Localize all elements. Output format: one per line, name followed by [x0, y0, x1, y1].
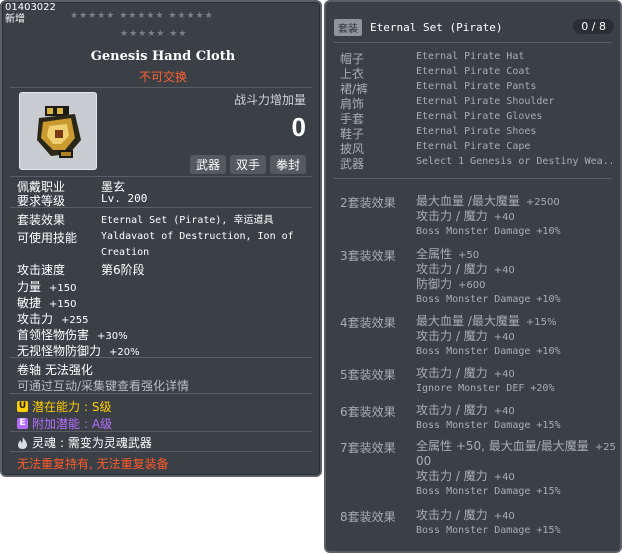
- gloves-icon: [37, 106, 81, 158]
- item-icon-frame: [19, 92, 97, 170]
- set-bonus-label: 8套装效果: [340, 510, 396, 524]
- enhance-hint: 可通过互动/采集键查看强化详情: [17, 379, 190, 393]
- set-piece-slot: 武器: [340, 157, 365, 171]
- divider: [10, 451, 312, 452]
- divider: [10, 176, 312, 177]
- set-bonus-line: 攻击力 / 魔力 +40: [416, 403, 515, 417]
- divider: [10, 431, 312, 432]
- stat-boss-damage: 首领怪物伤害 +30%: [17, 328, 128, 342]
- divider: [334, 42, 612, 43]
- attack-speed-row: 攻击速度 第6阶段: [17, 263, 145, 277]
- tag-two-handed: 双手: [229, 155, 266, 174]
- set-bonus-label: 5套装效果: [340, 368, 396, 382]
- set-bonus-line: 攻击力 / 魔力 +40: [416, 469, 515, 483]
- soul-flame-icon: [18, 436, 27, 449]
- set-bonus-line: 攻击力 / 魔力 +40: [416, 366, 515, 380]
- set-bonus-line: Boss Monster Damage +15%: [416, 525, 561, 536]
- set-header: 套装 Eternal Set (Pirate) 0 / 8: [334, 16, 614, 38]
- set-bonus-line: 攻击力 / 魔力 +40: [416, 329, 515, 343]
- bonus-potential-rank-icon: E: [17, 418, 28, 429]
- set-piece-row: 武器 Select 1 Genesis or Destiny Wea..: [340, 155, 612, 172]
- unique-equip-warning: 无法重复持有, 无法重复装备: [17, 457, 169, 471]
- power-increase-label: 战斗力增加量: [233, 93, 306, 107]
- stat-dex: 敏捷 +150: [17, 296, 77, 310]
- set-bonus-line: 全属性 +50: [416, 247, 480, 261]
- set-bonus-line: Boss Monster Damage +15%: [416, 420, 561, 431]
- set-bonus-label: 3套装效果: [340, 249, 396, 263]
- tag-knuckle: 拳封: [269, 155, 306, 174]
- set-bonus-line: Boss Monster Damage +15%: [416, 486, 561, 497]
- stat-str: 力量 +150: [17, 280, 77, 294]
- set-bonus-label: 2套装效果: [340, 196, 396, 210]
- star-force-row-2: ★★★★★ ★★: [120, 29, 188, 39]
- set-bonus-line: 全属性 +50, 最大血量/最大魔量 +25: [416, 439, 616, 453]
- item-tags: 武器 双手 拳封: [189, 155, 306, 174]
- set-bonus-label: 6套装效果: [340, 405, 396, 419]
- set-bonus-line: 攻击力 / 魔力 +40: [416, 508, 515, 522]
- set-bonus-line: 最大血量 /最大魔量 +2500: [416, 194, 560, 208]
- bonus-potential-row: E 附加潜能: A级: [17, 415, 112, 432]
- set-bonus-line: Ignore Monster DEF +20%: [416, 383, 555, 394]
- set-piece-name: Select 1 Genesis or Destiny Wea..: [416, 156, 612, 167]
- set-effect-panel: 套装 Eternal Set (Pirate) 0 / 8 帽子 Eternal …: [324, 0, 622, 553]
- set-bonus-label: 7套装效果: [340, 441, 396, 455]
- tag-weapon: 武器: [189, 155, 226, 174]
- set-bonus-line: 攻击力 / 魔力 +40: [416, 209, 515, 223]
- set-bonus-line: Boss Monster Damage +10%: [416, 294, 561, 305]
- stat-attack: 攻击力 +255: [17, 312, 89, 326]
- potential-rank-icon: U: [17, 401, 28, 412]
- scroll-status: 卷轴 无法强化: [17, 363, 93, 377]
- divider: [10, 207, 312, 208]
- set-bonus-line: 攻击力 / 魔力 +40: [416, 262, 515, 276]
- divider: [10, 87, 312, 88]
- set-effect-row[interactable]: 套装效果 Eternal Set (Pirate), 幸运道具: [17, 211, 273, 228]
- usable-skills-row: 可使用技能 Yaldavaot of Destruction, Ion of C…: [17, 231, 294, 258]
- star-force-row-1: ★★★★★ ★★★★★ ★★★★★: [70, 11, 214, 21]
- item-name: Genesis Hand Cloth: [90, 49, 236, 64]
- item-id: 01403022: [5, 2, 56, 13]
- set-bonus-line: 最大血量 /最大魔量 +15%: [416, 314, 557, 328]
- power-increase-value: 0: [291, 112, 306, 142]
- set-bonus-line: 防御力 +600: [416, 277, 486, 291]
- divider: [334, 178, 612, 179]
- set-piece-count: 0 / 8: [573, 19, 614, 34]
- new-label: 新增: [5, 14, 25, 25]
- set-badge: 套装: [334, 18, 362, 36]
- set-effect-value: Eternal Set (Pirate), 幸运道具: [101, 215, 274, 226]
- set-bonus-line: Boss Monster Damage +10%: [416, 226, 561, 237]
- set-bonus-label: 4套装效果: [340, 316, 396, 330]
- trade-status: 不可交换: [138, 70, 187, 84]
- set-bonus-line: 00: [416, 454, 432, 468]
- divider: [10, 357, 312, 358]
- potential-row: U 潜在能力: S级: [17, 400, 112, 414]
- set-title: Eternal Set (Pirate): [370, 20, 503, 34]
- divider: [10, 393, 312, 394]
- soul-row: 灵魂: 需变为灵魂武器: [17, 434, 152, 451]
- item-tooltip-panel: 01403022 新增 ★★★★★ ★★★★★ ★★★★★ ★★★★★ ★★ G…: [0, 0, 322, 477]
- set-bonus-line: Boss Monster Damage +10%: [416, 346, 561, 357]
- set-effect-label: 套装效果: [17, 213, 66, 227]
